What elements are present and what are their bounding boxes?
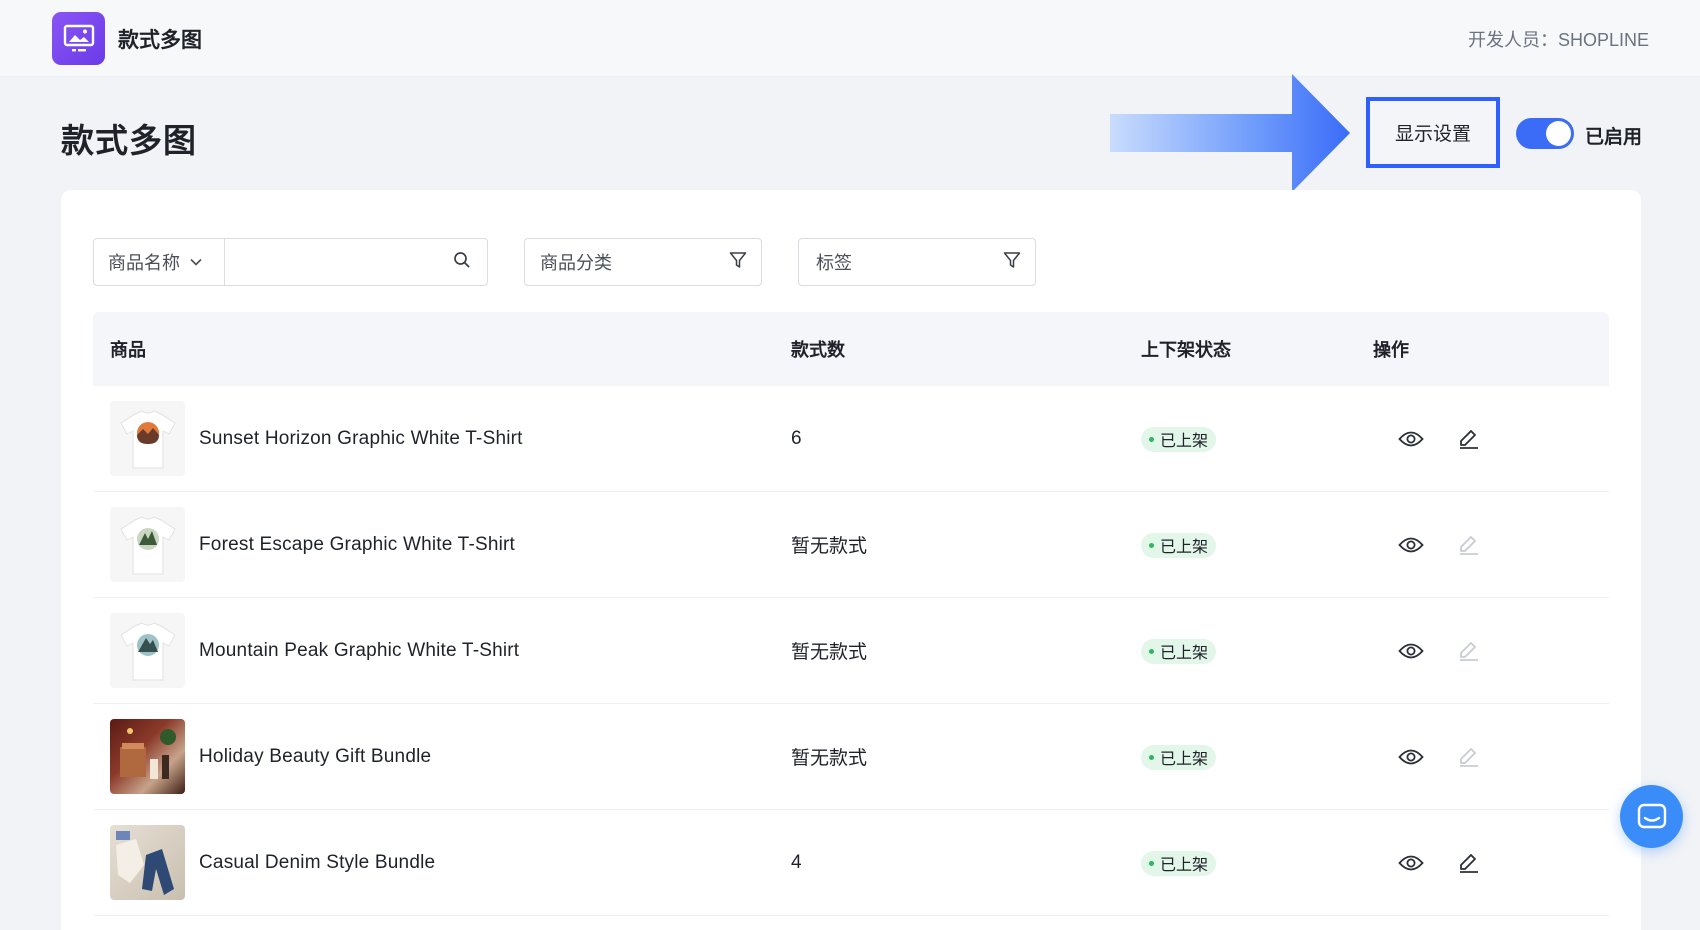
status-cell: 已上架 [1141,850,1373,876]
actions-cell [1373,424,1609,454]
actions-cell [1373,636,1609,666]
status-cell: 已上架 [1141,744,1373,770]
table-row: Sunset Horizon Graphic White T-Shirt 6 已… [93,386,1609,492]
eye-icon[interactable] [1396,742,1426,772]
table-row: Holiday Beauty Gift Bundle 暂无款式 已上架 [93,704,1609,810]
app-title: 款式多图 [118,29,202,52]
status-badge: 已上架 [1141,426,1217,452]
status-dot [1149,754,1154,760]
tag-filter[interactable]: 标签 [798,238,1036,286]
toggle-label: 已启用 [1585,127,1643,148]
category-filter-label: 商品分类 [540,253,612,273]
product-thumbnail [110,719,185,794]
product-card: 商品名称 商品分类 标签 商品 款式数 上下架状态 操作 Sunset Hori… [61,190,1641,930]
table-row: Forest Escape Graphic White T-Shirt 暂无款式… [93,492,1609,598]
edit-icon[interactable] [1454,848,1484,878]
column-header-style-count: 款式数 [791,340,845,360]
product-thumbnail [110,825,185,900]
arrow-right-icon [1110,74,1350,192]
product-thumbnail [110,613,185,688]
category-filter[interactable]: 商品分类 [524,238,762,286]
search-icon[interactable] [453,251,471,274]
actions-cell [1373,848,1609,878]
column-header-status: 上下架状态 [1141,340,1231,360]
eye-icon[interactable] [1396,424,1426,454]
chevron-down-icon [190,258,202,266]
status-badge: 已上架 [1141,638,1217,664]
search-field-select[interactable]: 商品名称 [93,238,225,286]
enable-toggle[interactable] [1516,118,1574,149]
status-cell: 已上架 [1141,532,1373,558]
page-title: 款式多图 [61,122,197,159]
chat-button[interactable] [1620,785,1683,848]
product-name[interactable]: Mountain Peak Graphic White T-Shirt [199,640,519,662]
eye-icon[interactable] [1396,530,1426,560]
app-logo-icon [52,12,105,65]
edit-icon[interactable] [1454,742,1484,772]
style-count: 暂无款式 [791,642,868,663]
product-cell: Holiday Beauty Gift Bundle [93,719,791,794]
toggle-knob [1546,121,1571,146]
product-cell: Casual Denim Style Bundle [93,825,791,900]
status-dot [1149,542,1154,548]
status-badge: 已上架 [1141,850,1217,876]
style-count: 暂无款式 [791,748,868,769]
status-badge-label: 已上架 [1160,433,1209,450]
product-table: 商品 款式数 上下架状态 操作 Sunset Horizon Graphic W… [93,312,1609,916]
product-cell: Mountain Peak Graphic White T-Shirt [93,613,791,688]
product-name[interactable]: Casual Denim Style Bundle [199,852,435,874]
filter-icon [1003,251,1021,274]
top-bar: 款式多图 开发人员：SHOPLINE [0,0,1700,77]
status-dot [1149,436,1154,442]
product-name[interactable]: Forest Escape Graphic White T-Shirt [199,534,515,556]
actions-cell [1373,742,1609,772]
table-row: Casual Denim Style Bundle 4 已上架 [93,810,1609,916]
status-badge: 已上架 [1141,532,1217,558]
status-badge-label: 已上架 [1160,751,1209,768]
status-dot [1149,648,1154,654]
status-badge-label: 已上架 [1160,539,1209,556]
eye-icon[interactable] [1396,848,1426,878]
filter-icon [729,251,747,274]
status-badge-label: 已上架 [1160,645,1209,662]
eye-icon[interactable] [1396,636,1426,666]
actions-cell [1373,530,1609,560]
style-count: 暂无款式 [791,536,868,557]
edit-icon[interactable] [1454,530,1484,560]
search-input[interactable] [224,238,488,286]
status-badge-label: 已上架 [1160,857,1209,874]
product-thumbnail [110,401,185,476]
table-header: 商品 款式数 上下架状态 操作 [93,312,1609,386]
column-header-product: 商品 [110,340,146,360]
product-thumbnail [110,507,185,582]
column-header-actions: 操作 [1373,340,1409,360]
status-badge: 已上架 [1141,744,1217,770]
chat-icon [1637,803,1666,828]
table-row: Mountain Peak Graphic White T-Shirt 暂无款式… [93,598,1609,704]
product-name[interactable]: Holiday Beauty Gift Bundle [199,746,431,768]
status-cell: 已上架 [1141,426,1373,452]
tag-filter-label: 标签 [816,253,852,273]
style-count: 6 [791,427,802,449]
search-field-select-label: 商品名称 [108,253,180,273]
product-name[interactable]: Sunset Horizon Graphic White T-Shirt [199,428,523,450]
edit-icon[interactable] [1454,424,1484,454]
status-dot [1149,860,1154,866]
status-cell: 已上架 [1141,638,1373,664]
edit-icon[interactable] [1454,636,1484,666]
developer-info: 开发人员：SHOPLINE [1467,30,1649,50]
style-count: 4 [791,851,802,873]
product-cell: Sunset Horizon Graphic White T-Shirt [93,401,791,476]
product-cell: Forest Escape Graphic White T-Shirt [93,507,791,582]
display-settings-button[interactable]: 显示设置 [1366,97,1500,168]
